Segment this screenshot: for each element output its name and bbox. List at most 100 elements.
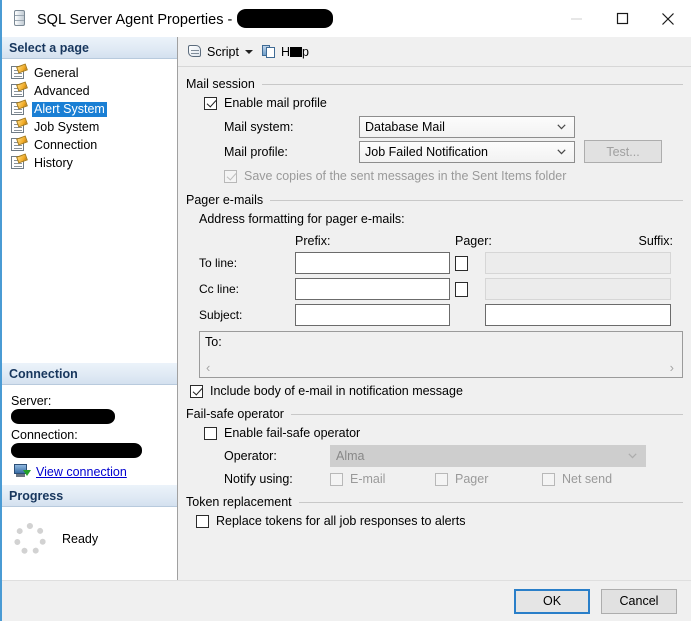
pager-emails-group: Pager e-mails Address formatting for pag…	[186, 193, 683, 398]
save-copies-row[interactable]: Save copies of the sent messages in the …	[186, 169, 683, 183]
enable-fail-safe-label: Enable fail-safe operator	[224, 426, 361, 440]
progress-body: Ready	[2, 507, 177, 580]
connection-label: Connection:	[11, 428, 78, 442]
fail-safe-title: Fail-safe operator	[186, 407, 284, 421]
to-line-suffix-input[interactable]	[485, 252, 671, 274]
notify-email-option[interactable]: E-mail	[330, 472, 435, 486]
cc-line-prefix-input[interactable]	[295, 278, 450, 300]
include-body-row[interactable]: Include body of e-mail in notification m…	[190, 384, 683, 398]
to-line-prefix-cell	[295, 252, 451, 274]
sidebar-item-label: Job System	[34, 119, 100, 134]
subject-prefix-cell	[295, 304, 451, 326]
view-connection-link[interactable]: View connection	[36, 465, 127, 479]
subject-suffix-cell	[485, 304, 683, 326]
sidebar-item-job-system[interactable]: Job System	[2, 117, 177, 136]
token-replacement-title: Token replacement	[186, 495, 292, 509]
save-copies-checkbox[interactable]	[224, 169, 237, 183]
pager-emails-subtitle: Address formatting for pager e-mails:	[199, 212, 405, 226]
window-title: SQL Server Agent Properties -	[37, 9, 334, 28]
notify-pager-label: Pager	[455, 472, 489, 486]
enable-fail-safe-row[interactable]: Enable fail-safe operator	[186, 426, 683, 440]
replace-tokens-row[interactable]: Replace tokens for all job responses to …	[186, 514, 683, 528]
view-connection-row[interactable]: View connection	[11, 464, 168, 479]
server-label: Server:	[11, 394, 52, 408]
redacted-server-name	[237, 9, 334, 28]
subject-label: Subject:	[199, 308, 243, 322]
scroll-right-icon[interactable]: ›	[670, 361, 674, 374]
to-line-prefix-input[interactable]	[295, 252, 450, 274]
connection-header: Connection	[2, 363, 177, 385]
cc-line-prefix-cell	[295, 278, 451, 300]
enable-mail-profile-checkbox[interactable]	[204, 96, 217, 110]
page-list: General Advanced Alert System Job System…	[2, 59, 177, 172]
replace-tokens-checkbox[interactable]	[196, 514, 209, 528]
notify-using-label: Notify using:	[224, 472, 293, 486]
sidebar-item-label: Advanced	[34, 83, 90, 98]
preview-to-text: To:	[205, 335, 222, 349]
group-divider	[261, 83, 683, 85]
notify-email-checkbox[interactable]	[330, 472, 343, 486]
notify-net-send-label: Net send	[562, 472, 613, 486]
close-button[interactable]	[645, 0, 691, 37]
cc-line-label: Cc line:	[199, 282, 240, 296]
notify-pager-option[interactable]: Pager	[435, 472, 542, 486]
group-divider	[298, 501, 683, 503]
maximize-button[interactable]	[599, 0, 645, 37]
to-line-label: To line:	[199, 256, 238, 270]
to-line-suffix-cell	[485, 252, 683, 274]
chevron-down-icon[interactable]	[244, 49, 253, 54]
sidebar-item-connection[interactable]: Connection	[2, 135, 177, 154]
fail-safe-operator-group: Fail-safe operator Enable fail-safe oper…	[186, 407, 683, 486]
mail-system-dropdown[interactable]: Database Mail	[359, 116, 575, 138]
redacted-server-value	[11, 409, 115, 424]
mail-session-body: Enable mail profile Mail system: Databas…	[186, 91, 683, 183]
cancel-button[interactable]: Cancel	[601, 588, 677, 614]
chevron-down-icon	[557, 124, 566, 130]
database-icon	[12, 10, 28, 27]
subject-suffix-input[interactable]	[485, 304, 671, 326]
mail-session-title: Mail session	[186, 77, 255, 91]
sidebar-item-general[interactable]: General	[2, 63, 177, 82]
toolbar: Script Hp	[178, 37, 691, 66]
operator-label: Operator:	[224, 449, 277, 463]
progress-section: Progress Ready	[2, 485, 177, 580]
cc-line-pager-checkbox[interactable]	[455, 281, 468, 297]
sidebar-item-label: Connection	[34, 137, 98, 152]
cc-line-pager-cell	[451, 281, 485, 297]
notify-pager-checkbox[interactable]	[435, 472, 448, 486]
sidebar-item-alert-system[interactable]: Alert System	[2, 99, 177, 118]
cc-line-suffix-input[interactable]	[485, 278, 671, 300]
computer-icon	[14, 464, 31, 479]
subject-prefix-input[interactable]	[295, 304, 450, 326]
cc-line-row: Cc line:	[199, 278, 683, 300]
page-icon	[11, 99, 28, 116]
operator-dropdown[interactable]: Alma	[330, 445, 646, 467]
mail-profile-dropdown[interactable]: Job Failed Notification	[359, 140, 575, 163]
to-line-row: To line:	[199, 252, 683, 274]
to-line-pager-checkbox[interactable]	[455, 255, 468, 271]
include-body-checkbox[interactable]	[190, 384, 203, 398]
notify-net-send-checkbox[interactable]	[542, 472, 555, 486]
sidebar-item-label: History	[34, 155, 73, 170]
help-button[interactable]: Hp	[261, 44, 309, 59]
help-label-suffix: p	[301, 44, 309, 59]
page-icon	[11, 81, 28, 98]
connection-body: Server: Connection: View connection	[2, 385, 177, 485]
enable-fail-safe-checkbox[interactable]	[204, 426, 217, 440]
enable-mail-profile-row[interactable]: Enable mail profile	[186, 96, 683, 110]
sidebar-item-label: Alert System	[32, 101, 107, 117]
enable-mail-profile-label: Enable mail profile	[224, 96, 327, 110]
mail-session-title-row: Mail session	[186, 77, 683, 91]
ok-button[interactable]: OK	[514, 588, 590, 614]
minimize-button[interactable]	[553, 0, 599, 37]
script-button[interactable]: Script	[187, 44, 253, 59]
left-pane-spacer	[2, 172, 177, 363]
page-icon	[11, 135, 28, 152]
sidebar-item-advanced[interactable]: Advanced	[2, 81, 177, 100]
sidebar-item-history[interactable]: History	[2, 153, 177, 172]
scroll-left-icon[interactable]: ‹	[206, 361, 210, 374]
test-button[interactable]: Test...	[584, 140, 662, 163]
select-a-page-header: Select a page	[2, 37, 177, 59]
group-divider	[290, 413, 683, 415]
notify-net-send-option[interactable]: Net send	[542, 472, 612, 486]
